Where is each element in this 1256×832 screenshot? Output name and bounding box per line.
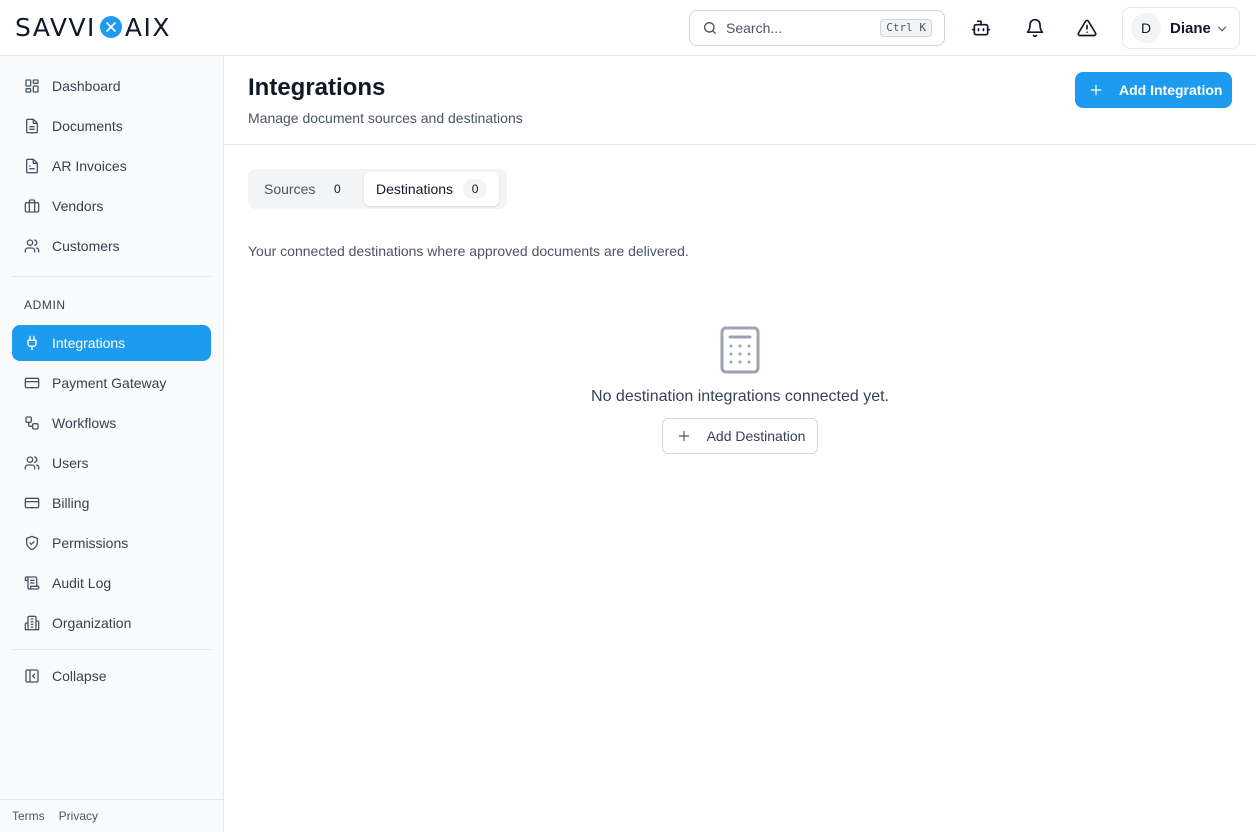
tab-count-badge: 0 xyxy=(463,179,488,199)
tab-label: Destinations xyxy=(376,181,454,197)
sidebar-item-label: Workflows xyxy=(52,415,117,431)
document-icon xyxy=(26,118,38,134)
sidebar-item-workflows[interactable]: Workflows xyxy=(12,405,211,441)
sidebar-item-label: Billing xyxy=(52,495,90,511)
sidebar-item-customers[interactable]: Customers xyxy=(12,228,211,264)
page-header: Integrations Manage document sources and… xyxy=(224,56,1256,145)
panel-collapse-icon xyxy=(25,669,39,683)
page-title: Integrations xyxy=(248,74,386,101)
add-destination-button[interactable]: Add Destination xyxy=(661,418,819,454)
sidebar-item-users[interactable]: Users xyxy=(12,445,211,481)
chevron-down-icon xyxy=(1217,26,1227,32)
dashboard-icon xyxy=(25,79,39,93)
briefcase-icon xyxy=(24,199,40,213)
page-subtitle: Manage document sources and destinations xyxy=(248,110,523,126)
sidebar-item-billing[interactable]: Billing xyxy=(12,485,211,521)
invoice-icon xyxy=(26,158,38,174)
sidebar-item-label: Audit Log xyxy=(52,575,112,591)
tab-label: Sources xyxy=(264,181,316,197)
integration-tabs: Sources 0 Destinations 0 xyxy=(248,169,507,209)
scroll-icon xyxy=(24,576,40,590)
sidebar: Dashboard Documents AR Invoices Vendors … xyxy=(0,56,224,832)
warning-icon[interactable] xyxy=(1077,18,1097,38)
logo-text-right: AIX xyxy=(124,12,172,42)
sidebar-item-label: Users xyxy=(52,455,89,471)
sidebar-item-documents[interactable]: Documents xyxy=(12,108,211,144)
logo-text-left: SAVVI xyxy=(15,12,96,42)
plus-icon xyxy=(1090,84,1102,96)
sidebar-divider xyxy=(12,649,211,650)
add-integration-label: Add Integration xyxy=(1119,82,1223,98)
sidebar-footer: Terms Privacy xyxy=(0,799,223,832)
sidebar-item-label: Permissions xyxy=(52,535,129,551)
tab-destinations[interactable]: Destinations 0 xyxy=(364,172,500,206)
bot-icon[interactable] xyxy=(971,18,991,38)
empty-state-message: No destination integrations connected ye… xyxy=(591,388,889,405)
user-name: Diane xyxy=(1170,19,1211,37)
avatar: D xyxy=(1131,13,1161,43)
workflow-icon xyxy=(25,416,39,430)
search-icon xyxy=(704,22,716,34)
sidebar-section-label: ADMIN xyxy=(24,298,66,312)
sidebar-item-label: AR Invoices xyxy=(52,158,127,174)
search-input[interactable] xyxy=(726,20,876,36)
sidebar-item-ar-invoices[interactable]: AR Invoices xyxy=(12,148,211,184)
search-box[interactable]: Ctrl K xyxy=(689,10,945,46)
sidebar-divider xyxy=(12,276,211,277)
sidebar-item-permissions[interactable]: Permissions xyxy=(12,525,211,561)
sidebar-item-organization[interactable]: Organization xyxy=(12,605,211,641)
plus-icon xyxy=(678,430,689,442)
sidebar-item-label: Customers xyxy=(52,238,120,254)
tab-description: Your connected destinations where approv… xyxy=(248,243,689,259)
shield-check-icon xyxy=(26,535,38,551)
building-icon xyxy=(24,615,40,631)
sidebar-item-integrations[interactable]: Integrations xyxy=(12,325,211,361)
add-integration-button[interactable]: Add Integration xyxy=(1075,72,1232,108)
bell-icon[interactable] xyxy=(1025,18,1045,38)
sidebar-item-label: Documents xyxy=(52,118,123,134)
top-bar: SAVVI AIX Ctrl K D Diane xyxy=(0,0,1256,56)
app-logo[interactable]: SAVVI AIX xyxy=(15,12,171,42)
users-icon xyxy=(24,456,40,470)
sidebar-item-vendors[interactable]: Vendors xyxy=(12,188,211,224)
privacy-link[interactable]: Privacy xyxy=(59,809,98,823)
tab-count-badge: 0 xyxy=(334,182,341,196)
terms-link[interactable]: Terms xyxy=(12,809,45,823)
sidebar-item-label: Collapse xyxy=(52,668,107,684)
sidebar-item-label: Dashboard xyxy=(52,78,121,94)
sidebar-collapse-button[interactable]: Collapse xyxy=(12,658,211,694)
credit-card-icon xyxy=(24,377,40,389)
sidebar-item-label: Organization xyxy=(52,615,132,631)
plug-icon xyxy=(27,335,37,351)
users-icon xyxy=(24,239,40,253)
sidebar-item-dashboard[interactable]: Dashboard xyxy=(12,68,211,104)
search-shortcut-badge: Ctrl K xyxy=(880,19,932,37)
tab-sources[interactable]: Sources 0 xyxy=(252,172,361,206)
logo-mark-icon xyxy=(99,16,122,38)
sidebar-item-audit-log[interactable]: Audit Log xyxy=(12,565,211,601)
main-content: Integrations Manage document sources and… xyxy=(224,56,1256,832)
sidebar-item-payment-gateway[interactable]: Payment Gateway xyxy=(12,365,211,401)
sidebar-item-label: Integrations xyxy=(52,335,126,351)
credit-card-icon xyxy=(24,497,40,509)
add-destination-label: Add Destination xyxy=(706,428,806,444)
sidebar-item-label: Vendors xyxy=(52,198,104,214)
empty-state: No destination integrations connected ye… xyxy=(224,326,1256,454)
user-menu-button[interactable]: D Diane xyxy=(1122,7,1240,49)
sidebar-item-label: Payment Gateway xyxy=(52,375,167,391)
calculator-icon xyxy=(720,326,760,374)
